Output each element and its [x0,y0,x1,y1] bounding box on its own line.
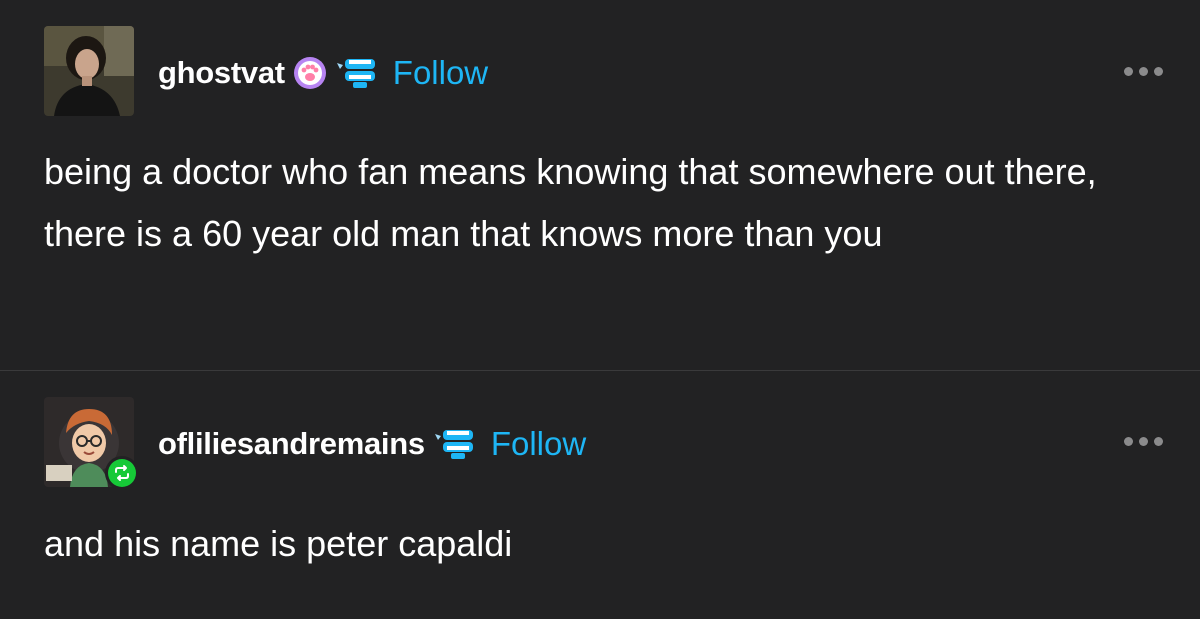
more-options-button[interactable] [1124,67,1163,76]
avatar-image [44,26,134,116]
post-ofliliesandremains: ofliliesandremains Follow and his name i… [0,371,1200,619]
dot-icon [1124,437,1133,446]
username[interactable]: ghostvat [158,55,285,91]
dot-icon [1124,67,1133,76]
post-text: being a doctor who fan means knowing tha… [44,151,1097,254]
follow-button[interactable]: Follow [491,425,586,463]
chattering-teeth-icon[interactable] [433,426,477,462]
reblog-icon [115,465,129,481]
reblog-badge [105,456,139,490]
dot-icon [1154,67,1163,76]
paw-badge-icon[interactable] [293,56,327,90]
chattering-teeth-icon[interactable] [335,55,379,91]
username[interactable]: ofliliesandremains [158,426,425,462]
post-header: ghostvat Follow [158,53,488,93]
follow-button[interactable]: Follow [393,54,488,92]
post-text: and his name is peter capaldi [44,523,513,564]
dot-icon [1139,437,1148,446]
avatar[interactable] [44,26,134,116]
post-ghostvat: ghostvat Follow being a doctor who fan m… [0,0,1200,370]
post-header: ofliliesandremains Follow [158,424,586,464]
more-options-button[interactable] [1124,437,1163,446]
dot-icon [1154,437,1163,446]
dot-icon [1139,67,1148,76]
